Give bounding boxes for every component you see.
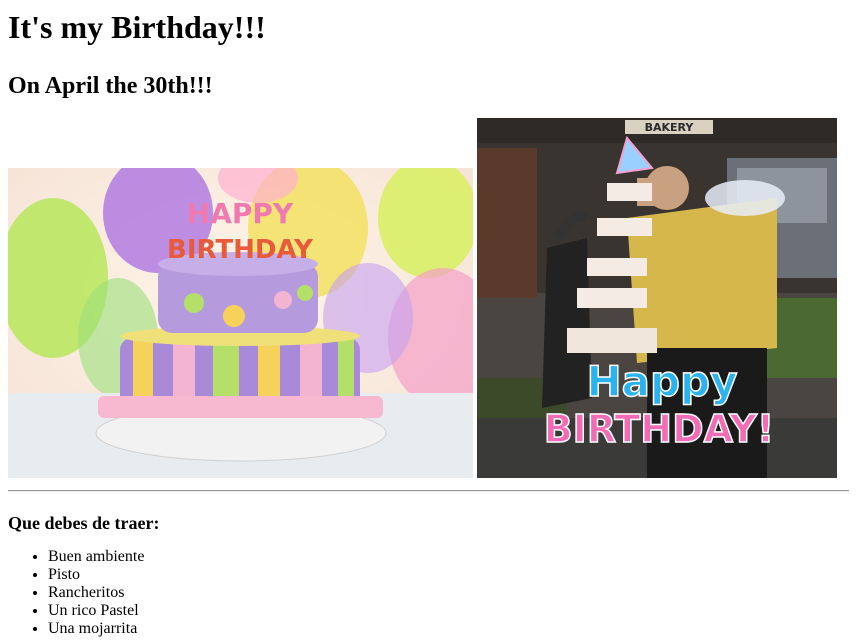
birthday-cake-image: HAPPY BIRTHDAY xyxy=(8,168,473,478)
section-heading: Que debes de traer: xyxy=(8,513,160,533)
happy-birthday-gif-image: BAKERY Happy BIRTHDAY! xyxy=(477,118,837,478)
image-row: HAPPY BIRTHDAY BAKERY Happy BIRTHDAY! xyxy=(8,118,849,478)
page: It's my Birthday!!! On April the 30th!!! xyxy=(0,0,857,638)
caption-birthday: BIRTHDAY! xyxy=(544,407,775,451)
page-subtitle: On April the 30th!!! xyxy=(8,73,213,99)
list-item: Pisto xyxy=(48,566,849,584)
list-item: Rancheritos xyxy=(48,584,849,602)
list-item: Una mojarrita xyxy=(48,620,849,638)
bakery-sign-text: BAKERY xyxy=(645,121,695,134)
caption-happy: Happy xyxy=(587,357,738,406)
list-item: Un rico Pastel xyxy=(48,602,849,620)
list-item: Buen ambiente xyxy=(48,548,849,566)
candle-text-birthday: BIRTHDAY xyxy=(167,235,314,265)
page-title: It's my Birthday!!! xyxy=(8,9,266,45)
items-list: Buen ambiente Pisto Rancheritos Un rico … xyxy=(8,548,849,638)
candle-text-happy: HAPPY xyxy=(187,197,294,230)
